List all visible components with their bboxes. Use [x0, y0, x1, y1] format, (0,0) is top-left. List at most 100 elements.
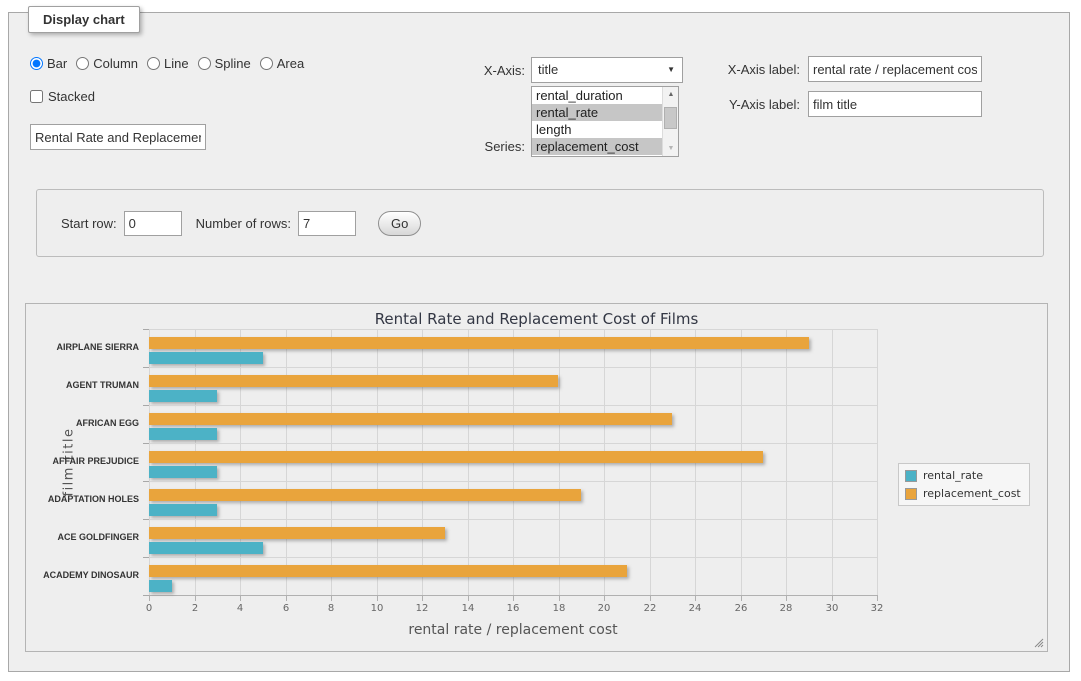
y-axis-label-input[interactable]: [808, 91, 982, 117]
bar-rental_rate[interactable]: [149, 390, 217, 402]
series-listbox[interactable]: rental_durationrental_ratelengthreplacem…: [531, 86, 679, 157]
x-tick-label: 12: [407, 603, 437, 614]
stacked-row: Stacked: [30, 89, 95, 104]
x-tick-mark: [195, 596, 196, 601]
chart-category-row: [149, 519, 877, 557]
bar-rental_rate[interactable]: [149, 542, 263, 554]
resize-grip-icon[interactable]: [1032, 636, 1044, 648]
chart-x-axis-title: rental rate / replacement cost: [149, 622, 877, 638]
x-tick-mark: [741, 596, 742, 601]
x-axis-select[interactable]: title ▼: [531, 57, 683, 83]
chart-type-option-bar: Bar: [30, 56, 67, 71]
series-option-rental_rate[interactable]: rental_rate: [532, 104, 662, 121]
chevron-down-icon: ▼: [667, 58, 675, 82]
category-label: AGENT TRUMAN: [26, 367, 141, 405]
x-tick-label: 26: [726, 603, 756, 614]
radio-bar[interactable]: [30, 57, 43, 70]
bar-rental_rate[interactable]: [149, 428, 217, 440]
scroll-down-icon[interactable]: ▼: [663, 141, 679, 156]
radio-label: Spline: [215, 56, 251, 71]
legend-item-rental_rate[interactable]: rental_rate: [905, 469, 1021, 482]
series-listbox-items: rental_durationrental_ratelengthreplacem…: [532, 87, 662, 155]
bar-replacement_cost[interactable]: [149, 489, 581, 501]
legend-swatch-icon: [905, 488, 917, 500]
x-tick-mark: [877, 596, 878, 601]
stacked-label: Stacked: [48, 89, 95, 104]
x-axis-label-label: X-Axis label:: [688, 62, 800, 77]
legend-label: rental_rate: [923, 469, 983, 482]
scroll-up-icon[interactable]: ▲: [663, 87, 679, 102]
num-rows-input[interactable]: [298, 211, 356, 236]
bar-replacement_cost[interactable]: [149, 337, 809, 349]
y-axis-label-label: Y-Axis label:: [688, 97, 800, 112]
series-option-rental_duration[interactable]: rental_duration: [532, 87, 662, 104]
radio-label: Bar: [47, 56, 67, 71]
legend-item-replacement_cost[interactable]: replacement_cost: [905, 487, 1021, 500]
bar-rental_rate[interactable]: [149, 466, 217, 478]
gridline: [877, 329, 878, 595]
chart-plot-area: [149, 329, 877, 595]
x-tick-mark: [331, 596, 332, 601]
start-row-label: Start row:: [61, 216, 117, 231]
category-label: AFRICAN EGG: [26, 405, 141, 443]
series-option-replacement_cost[interactable]: replacement_cost: [532, 138, 662, 155]
x-tick-mark: [149, 596, 150, 601]
x-axis-label-input[interactable]: [808, 56, 982, 82]
radio-label: Column: [93, 56, 138, 71]
rows-panel-inner: Start row: Number of rows: Go: [61, 190, 421, 256]
radio-label: Area: [277, 56, 304, 71]
chart-type-option-line: Line: [147, 56, 189, 71]
chart-category-row: [149, 557, 877, 595]
bar-replacement_cost[interactable]: [149, 451, 763, 463]
x-tick-mark: [422, 596, 423, 601]
x-tick-label: 2: [180, 603, 210, 614]
chart-type-options: Bar Column Line Spline Area: [30, 56, 313, 71]
chart-category-row: [149, 443, 877, 481]
y-tick-mark: [143, 595, 149, 596]
x-axis-select-label: X-Axis:: [430, 63, 525, 78]
x-tick-mark: [559, 596, 560, 601]
radio-spline[interactable]: [198, 57, 211, 70]
bar-replacement_cost[interactable]: [149, 527, 445, 539]
category-label: ACADEMY DINOSAUR: [26, 557, 141, 595]
go-button[interactable]: Go: [378, 211, 421, 236]
chart-category-row: [149, 329, 877, 367]
radio-area[interactable]: [260, 57, 273, 70]
bar-replacement_cost[interactable]: [149, 413, 672, 425]
chart-container: Rental Rate and Replacement Cost of Film…: [25, 303, 1048, 652]
legend-label: replacement_cost: [923, 487, 1021, 500]
x-tick-mark: [650, 596, 651, 601]
series-option-length[interactable]: length: [532, 121, 662, 138]
x-tick-label: 14: [453, 603, 483, 614]
x-tick-mark: [286, 596, 287, 601]
start-row-input[interactable]: [124, 211, 182, 236]
chart-title-input[interactable]: [30, 124, 206, 150]
x-tick-mark: [377, 596, 378, 601]
num-rows-label: Number of rows:: [196, 216, 291, 231]
chart-type-option-column: Column: [76, 56, 138, 71]
category-label: AIRPLANE SIERRA: [26, 329, 141, 367]
x-tick-label: 30: [817, 603, 847, 614]
x-tick-label: 24: [680, 603, 710, 614]
x-tick-label: 0: [134, 603, 164, 614]
x-tick-label: 28: [771, 603, 801, 614]
radio-column[interactable]: [76, 57, 89, 70]
radio-line[interactable]: [147, 57, 160, 70]
radio-label: Line: [164, 56, 189, 71]
category-label: ADAPTATION HOLES: [26, 481, 141, 519]
x-tick-label: 10: [362, 603, 392, 614]
bar-replacement_cost[interactable]: [149, 375, 558, 387]
stacked-checkbox[interactable]: [30, 90, 43, 103]
bar-replacement_cost[interactable]: [149, 565, 627, 577]
chart-category-labels: AIRPLANE SIERRAAGENT TRUMANAFRICAN EGGAF…: [26, 329, 141, 595]
x-tick-label: 18: [544, 603, 574, 614]
chart-rows: [149, 329, 877, 595]
bar-rental_rate[interactable]: [149, 504, 217, 516]
chart-title: Rental Rate and Replacement Cost of Film…: [26, 310, 1047, 328]
scrollbar-thumb[interactable]: [664, 107, 677, 129]
series-listbox-scrollbar[interactable]: ▲ ▼: [662, 87, 678, 156]
bar-rental_rate[interactable]: [149, 352, 263, 364]
category-label: ACE GOLDFINGER: [26, 519, 141, 557]
bar-rental_rate[interactable]: [149, 580, 172, 592]
legend-swatch-icon: [905, 470, 917, 482]
